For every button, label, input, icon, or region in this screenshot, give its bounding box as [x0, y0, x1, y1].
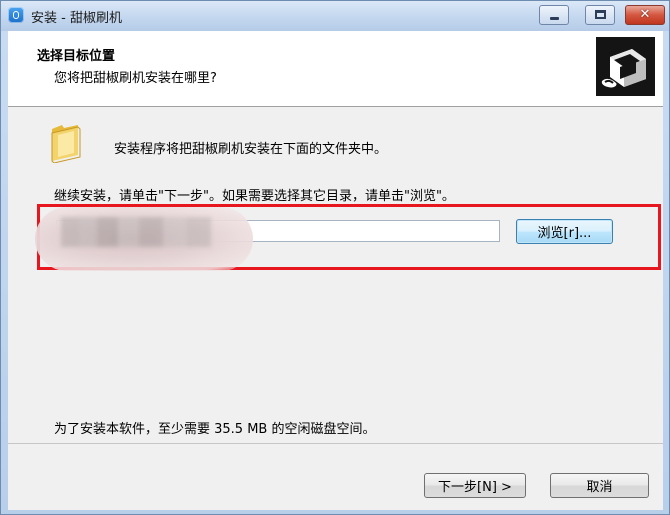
installer-logo-graphic	[596, 37, 655, 96]
window-title: 安装 - 甜椒刷机	[31, 11, 122, 26]
wizard-header: 选择目标位置 您将把甜椒刷机安装在哪里?	[8, 31, 663, 107]
page-title: 选择目标位置	[37, 49, 116, 64]
maximize-icon	[595, 10, 606, 19]
close-icon: ✕	[639, 7, 651, 22]
browse-button[interactable]: 浏览[r]...	[516, 219, 613, 244]
folder-icon	[48, 123, 84, 167]
disk-space-text: 为了安装本软件，至少需要 35.5 MB 的空闲磁盘空间。	[54, 422, 376, 437]
page-subtitle: 您将把甜椒刷机安装在哪里?	[54, 71, 217, 86]
installer-window: 安装 - 甜椒刷机 ✕ 选择目标位置 您将把甜椒刷机安装在哪里? 安装程序将把甜…	[0, 0, 670, 515]
title-bar[interactable]: 安装 - 甜椒刷机 ✕	[1, 1, 669, 31]
intro-text: 安装程序将把甜椒刷机安装在下面的文件夹中。	[114, 142, 388, 157]
wizard-footer: 下一步[N] > 取消	[8, 443, 663, 510]
redacted-path-mask	[35, 207, 253, 271]
next-button[interactable]: 下一步[N] >	[424, 473, 526, 498]
instruction-text: 继续安装，请单击"下一步"。如果需要选择其它目录，请单击"浏览"。	[54, 189, 455, 204]
cancel-button[interactable]: 取消	[550, 473, 649, 498]
maximize-button[interactable]	[585, 5, 615, 25]
wizard-content: 安装程序将把甜椒刷机安装在下面的文件夹中。 继续安装，请单击"下一步"。如果需要…	[8, 107, 663, 443]
minimize-icon	[550, 17, 559, 20]
close-button[interactable]: ✕	[625, 5, 665, 25]
minimize-button[interactable]	[539, 5, 569, 25]
installer-logo-icon	[596, 37, 655, 96]
app-icon	[8, 7, 24, 23]
